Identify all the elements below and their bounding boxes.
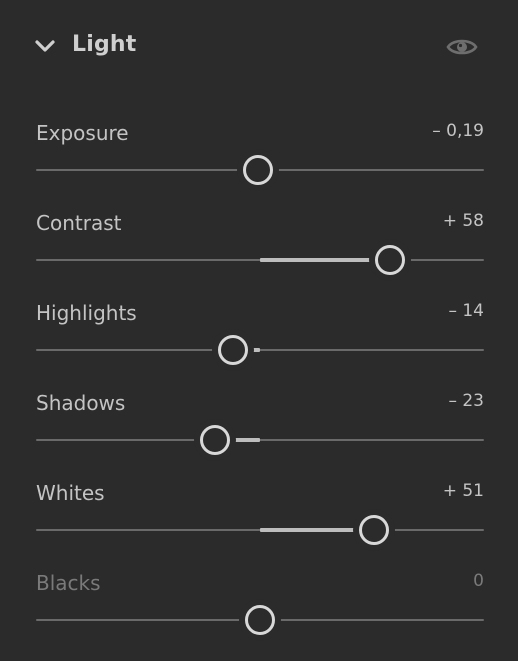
slider-track-base bbox=[36, 439, 484, 441]
slider-row-blacks: Blacks 0 bbox=[0, 571, 518, 661]
slider-track-contrast[interactable] bbox=[36, 245, 484, 275]
slider-value-blacks[interactable]: 0 bbox=[473, 571, 484, 591]
slider-thumb-highlights[interactable] bbox=[218, 335, 249, 365]
slider-thumb-whites[interactable] bbox=[359, 515, 390, 545]
slider-fill-contrast bbox=[260, 258, 390, 262]
slider-fill-whites bbox=[260, 528, 375, 532]
slider-label-highlights: Highlights bbox=[36, 301, 137, 325]
slider-row-whites: Whites + 51 bbox=[0, 481, 518, 571]
slider-row-shadows: Shadows – 23 bbox=[0, 391, 518, 481]
slider-track-blacks[interactable] bbox=[36, 605, 484, 635]
panel-header[interactable]: Light bbox=[0, 22, 518, 74]
slider-value-contrast[interactable]: + 58 bbox=[443, 211, 484, 231]
slider-value-whites[interactable]: + 51 bbox=[443, 481, 484, 501]
slider-label-blacks: Blacks bbox=[36, 571, 101, 595]
slider-value-highlights[interactable]: – 14 bbox=[448, 301, 484, 321]
slider-track-highlights[interactable] bbox=[36, 335, 484, 365]
slider-label-shadows: Shadows bbox=[36, 391, 126, 415]
light-panel: Light Exposure – 0,19 Contrast + 58 Highligh… bbox=[0, 0, 518, 660]
slider-track-base bbox=[36, 349, 484, 351]
slider-thumb-shadows[interactable] bbox=[200, 425, 231, 455]
slider-track-whites[interactable] bbox=[36, 515, 484, 545]
slider-thumb-exposure[interactable] bbox=[243, 155, 274, 185]
slider-row-exposure: Exposure – 0,19 bbox=[0, 121, 518, 211]
slider-track-exposure[interactable] bbox=[36, 155, 484, 185]
slider-row-highlights: Highlights – 14 bbox=[0, 301, 518, 391]
slider-track-shadows[interactable] bbox=[36, 425, 484, 455]
slider-value-exposure[interactable]: – 0,19 bbox=[432, 121, 484, 141]
slider-row-contrast: Contrast + 58 bbox=[0, 211, 518, 301]
slider-value-shadows[interactable]: – 23 bbox=[448, 391, 484, 411]
panel-title: Light bbox=[72, 32, 137, 57]
eye-icon[interactable] bbox=[446, 36, 478, 58]
chevron-down-icon[interactable] bbox=[34, 39, 56, 55]
slider-label-contrast: Contrast bbox=[36, 211, 122, 235]
slider-label-exposure: Exposure bbox=[36, 121, 129, 145]
slider-thumb-contrast[interactable] bbox=[374, 245, 405, 275]
slider-label-whites: Whites bbox=[36, 481, 105, 505]
slider-thumb-blacks[interactable] bbox=[245, 605, 275, 635]
